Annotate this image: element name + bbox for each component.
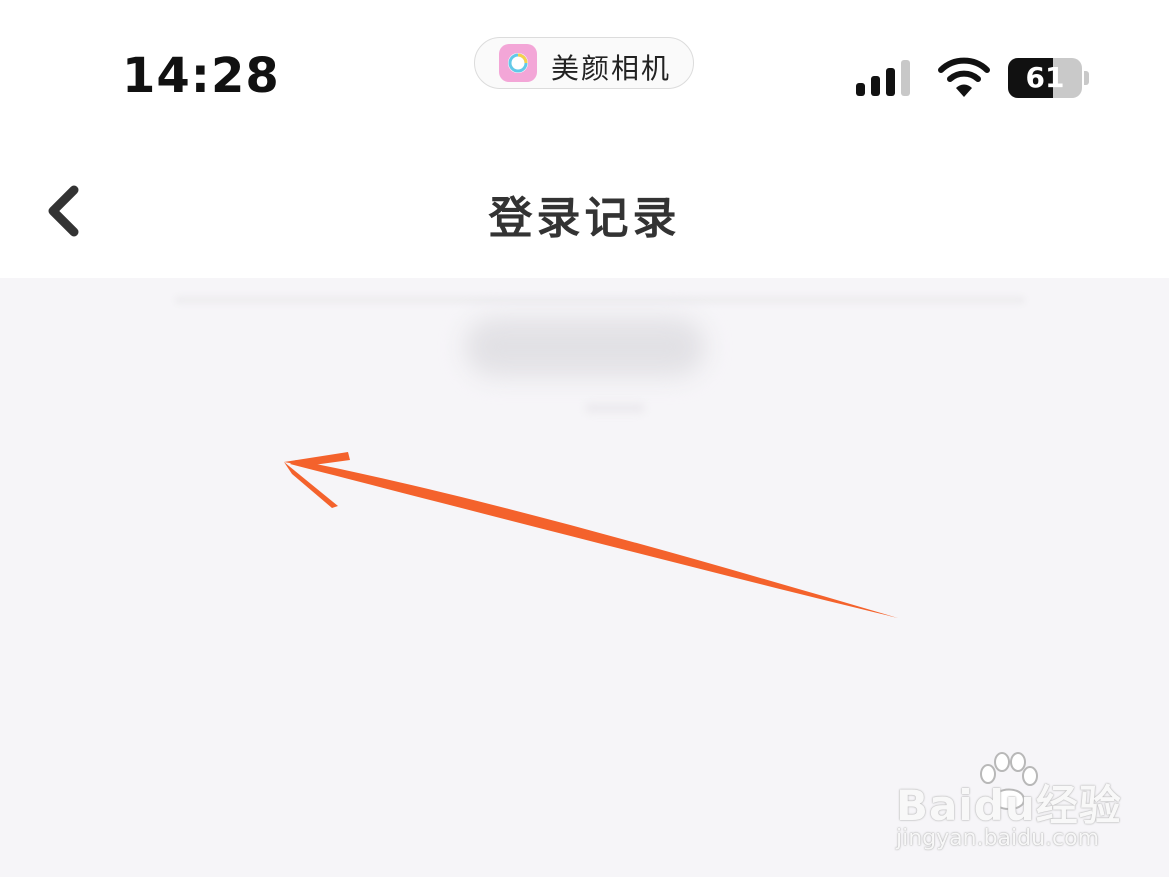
battery-level-text: 61 (1025, 61, 1065, 94)
page-title: 登录记录 (488, 193, 681, 244)
watermark-logo-text: Baidu经验 (896, 781, 1122, 830)
blurred-record-text (465, 318, 705, 376)
battery-cap (1084, 71, 1089, 85)
annotation-arrow-icon (284, 452, 898, 618)
blurred-record-subtext (585, 403, 645, 413)
status-icons: 61 (850, 55, 1100, 105)
watermark-url: jingyan.baidu.com (896, 826, 1100, 851)
battery-body: 61 (1008, 58, 1082, 98)
battery-indicator: 61 (1008, 58, 1090, 98)
blurred-divider (175, 296, 1025, 304)
baidu-jingyan-watermark: Baidu经验 jingyan.baidu.com (896, 750, 1126, 860)
app-name-label: 美颜相机 (551, 52, 672, 85)
status-bar: 14:28 美颜相机 61 (0, 0, 1169, 140)
wifi-icon (938, 57, 990, 97)
meiyan-camera-icon (499, 44, 537, 82)
cellular-signal-icon (856, 60, 910, 96)
app-indicator-pill[interactable]: 美颜相机 (474, 37, 694, 89)
status-time: 14:28 (122, 48, 280, 104)
navigation-bar: 登录记录 (0, 140, 1169, 278)
